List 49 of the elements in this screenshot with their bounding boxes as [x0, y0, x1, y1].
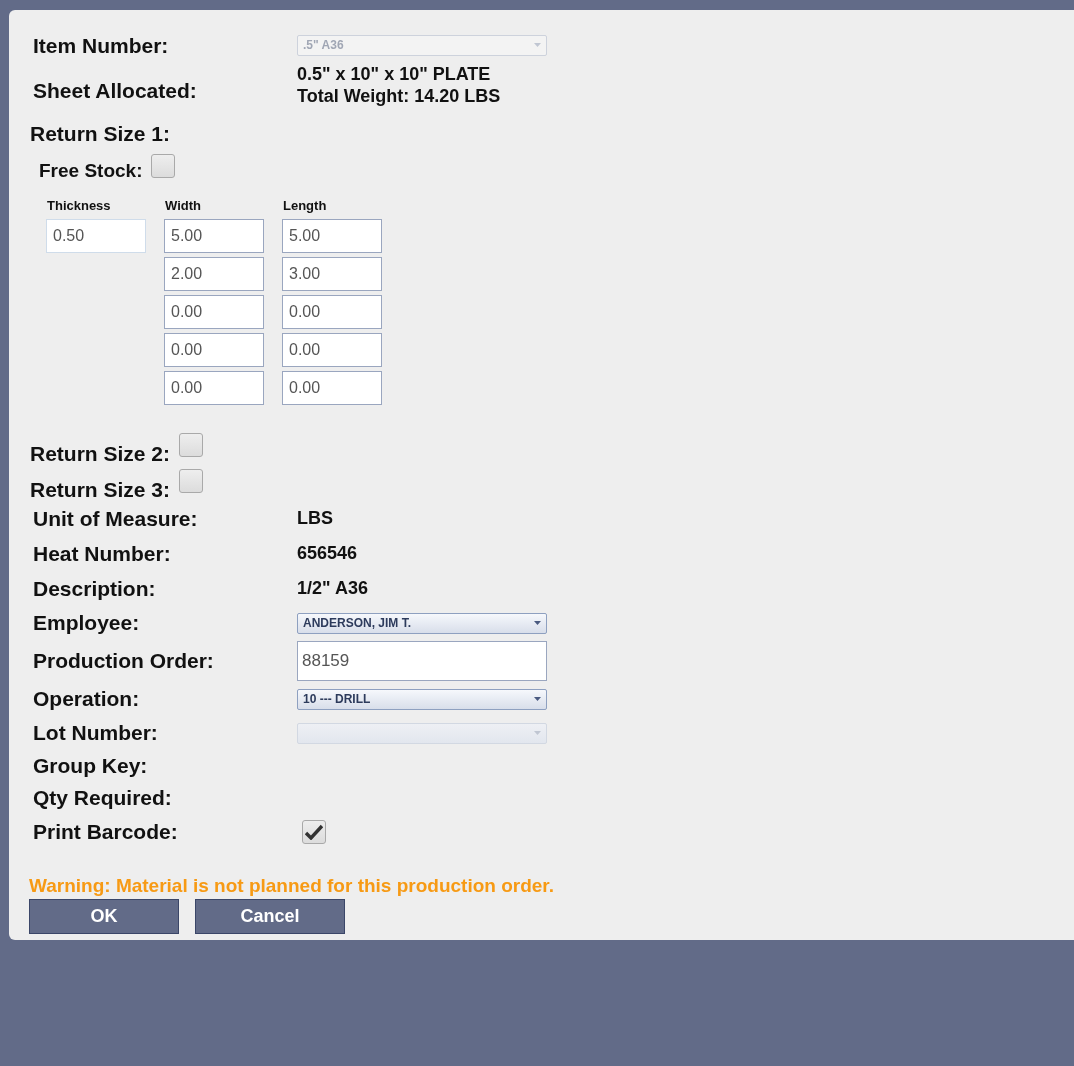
dialog-button[interactable]: OK	[29, 899, 179, 934]
size-field[interactable]: 5.00	[164, 219, 264, 253]
dropdown[interactable]: 10 --- DRILL	[297, 688, 547, 710]
field-label: Heat Number:	[33, 541, 172, 566]
size-field[interactable]: 0.00	[282, 295, 382, 329]
caret-icon	[533, 696, 542, 702]
size-field[interactable]: 2.00	[164, 257, 264, 291]
checkbox[interactable]	[179, 469, 204, 493]
size-field[interactable]: 3.00	[282, 257, 382, 291]
sheet-info: 0.5" x 10" x 10" PLATE	[297, 63, 492, 85]
checkbox[interactable]	[151, 154, 176, 178]
field-label: Production Order:	[33, 649, 215, 673]
field-label: Print Barcode:	[33, 819, 179, 844]
section-label: Return Size 2:	[29, 443, 171, 465]
column-header: Length	[283, 198, 328, 215]
size-field[interactable]: 0.00	[164, 333, 264, 367]
field-label: Group Key:	[33, 754, 149, 778]
checkbox[interactable]	[302, 819, 326, 844]
caret-icon	[533, 730, 542, 736]
size-field[interactable]: 0.00	[164, 295, 264, 329]
field-value: 1/2" A36	[297, 578, 368, 599]
caret-icon	[533, 620, 542, 626]
size-field[interactable]: 0.50	[46, 219, 146, 253]
field-value: LBS	[297, 508, 333, 529]
field-label: Description:	[33, 576, 157, 601]
dropdown[interactable]: ANDERSON, JIM T.	[297, 612, 547, 634]
field-label: Item Number:	[33, 34, 170, 58]
size-field[interactable]: 0.00	[282, 333, 382, 367]
column-header: Thickness	[47, 198, 112, 215]
field-label: Unit of Measure:	[33, 506, 199, 531]
section-label: Return Size 3:	[29, 479, 171, 501]
field-label: Free Stock:	[39, 160, 143, 182]
warning-message: Warning: Material is not planned for this production order.	[28, 875, 555, 897]
section-label: Return Size 1:	[29, 122, 171, 146]
sheet-info: Total Weight: 14.20 LBS	[297, 85, 501, 107]
field-value: 656546	[297, 543, 358, 564]
dialog-button[interactable]: Cancel	[195, 899, 345, 934]
field-label: Lot Number:	[33, 721, 159, 745]
input-field[interactable]: 88159	[297, 641, 547, 681]
checkbox[interactable]	[179, 433, 204, 457]
size-field[interactable]: 5.00	[282, 219, 382, 253]
field-label: Operation:	[33, 687, 141, 711]
caret-icon	[533, 42, 542, 48]
size-field[interactable]: 0.00	[164, 371, 264, 405]
field-label: Qty Required:	[33, 786, 173, 810]
field-label: Sheet Allocated:	[33, 79, 198, 103]
size-field[interactable]: 0.00	[282, 371, 382, 405]
field-label: Employee:	[33, 611, 141, 635]
column-header: Width	[165, 198, 202, 215]
